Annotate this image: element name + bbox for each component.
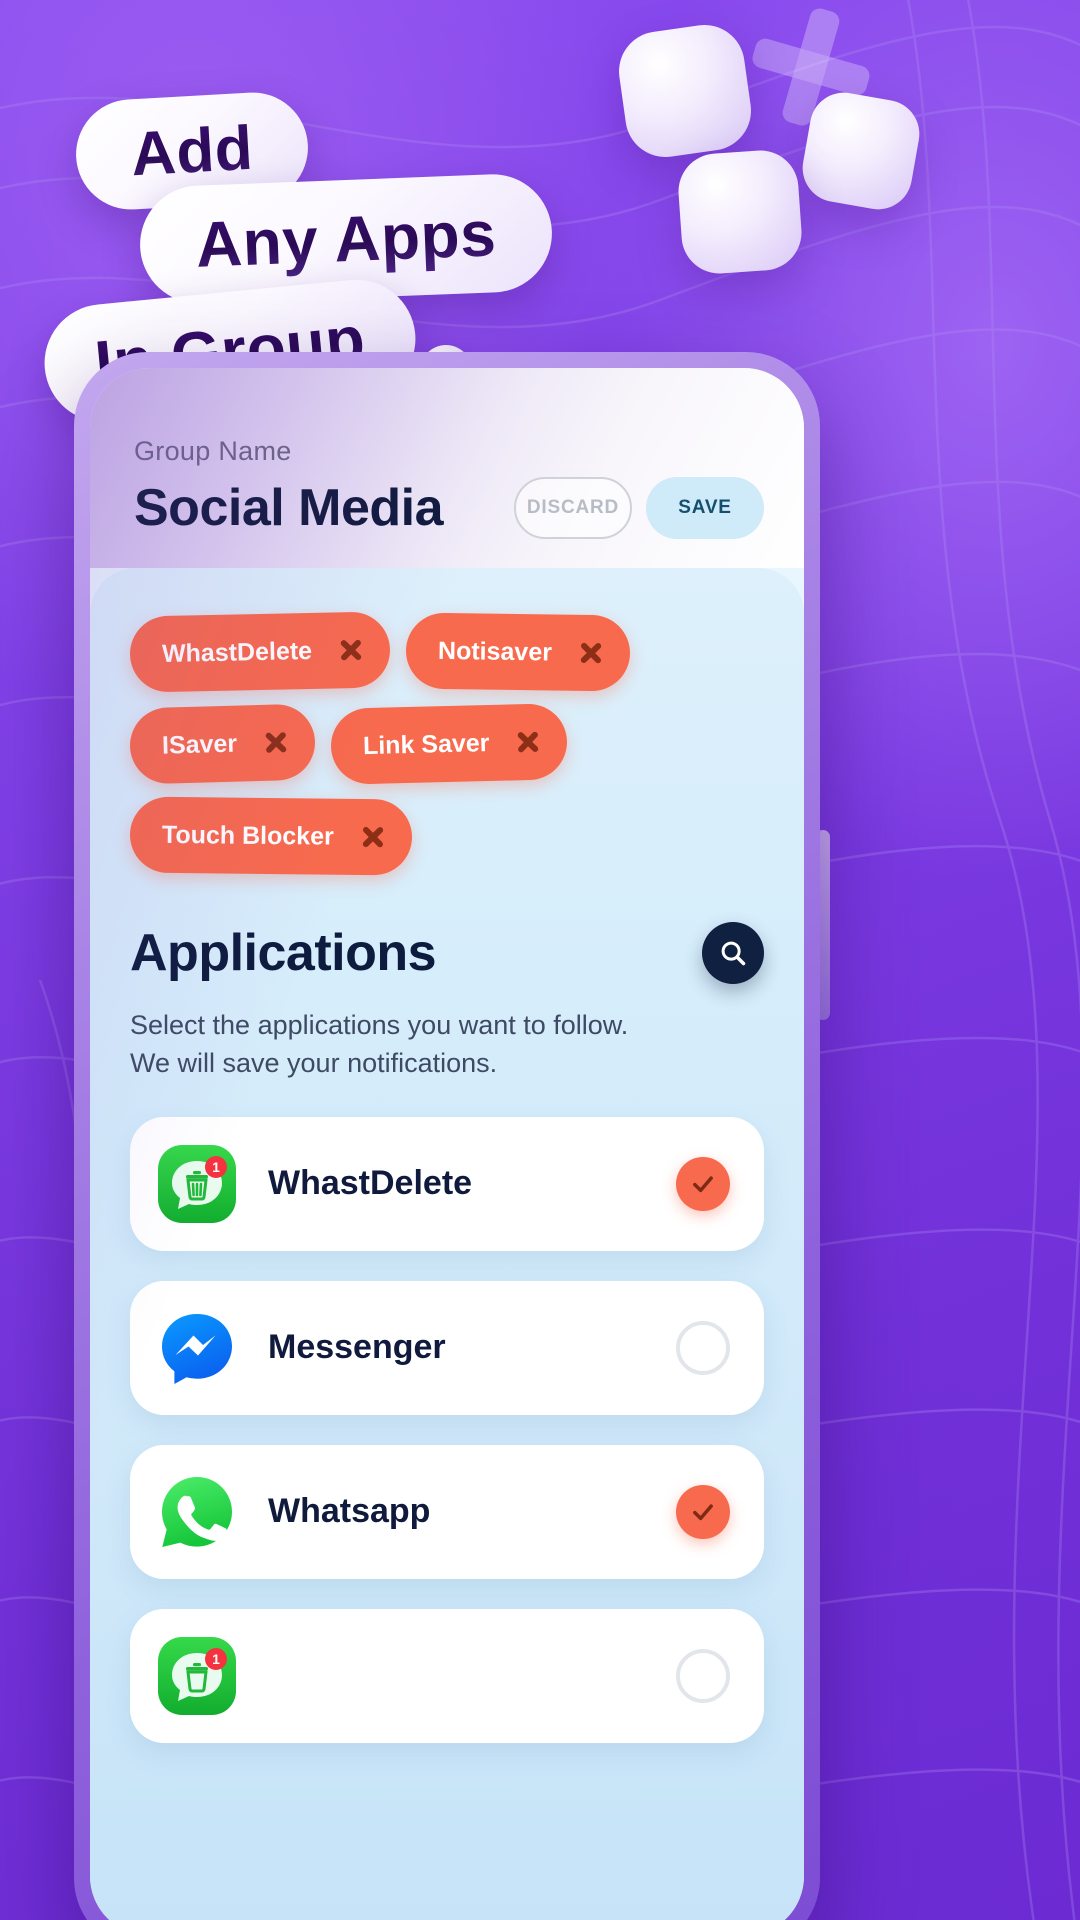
app-name: WhastDelete [268,1164,473,1203]
status-badge[interactable] [676,1648,730,1703]
whatsapp-icon [156,1471,238,1553]
chip-item[interactable]: ISaver [128,703,317,785]
status-badge[interactable] [676,1484,730,1539]
check-icon [693,1504,713,1520]
whastdelete-icon: 1 [156,1143,238,1225]
close-icon[interactable] [263,729,290,756]
floating-squircle-3 [675,147,805,277]
screen-header: Group Name Social Media DISCARD SAVE [90,368,804,568]
discard-button-label: DISCARD [526,497,620,518]
app-name: Messenger [268,1328,446,1367]
group-header-row: Social Media DISCARD SAVE [134,477,764,539]
group-title: Social Media [134,479,444,537]
application-list: 1 WhastDelete Messenger Whatsapp 1 [130,1116,764,1743]
applications-title: Applications [130,924,437,982]
list-item[interactable]: 1 [130,1608,764,1743]
save-button[interactable]: SAVE [646,477,764,539]
selected-apps-chip-list: WhastDelete Notisaver ISaver Link Saver … [128,611,764,876]
hero-pill-any-apps-label: Any Apps [194,197,498,281]
messenger-icon [156,1307,238,1389]
whastdelete-icon: 1 [156,1635,238,1717]
app-name: Whatsapp [268,1492,431,1531]
status-badge[interactable] [676,1156,730,1211]
chip-item[interactable]: Link Saver [330,703,569,785]
chip-label: Touch Blocker [161,820,334,851]
floating-squircle-1 [613,19,757,163]
close-icon[interactable] [515,729,542,756]
phone-screen: Group Name Social Media DISCARD SAVE Wha… [90,368,804,1920]
applications-header: Applications [130,922,764,984]
applications-description: Select the applications you want to foll… [130,1010,629,1079]
save-button-label: SAVE [678,497,732,518]
svg-text:1: 1 [212,1651,220,1667]
status-badge[interactable] [676,1320,730,1375]
close-icon[interactable] [338,637,365,664]
phone-mockup: Group Name Social Media DISCARD SAVE Wha… [74,352,820,1920]
hero-pill-add-label: Add [129,113,255,189]
svg-text:1: 1 [212,1159,220,1175]
chip-label: Notisaver [437,636,553,666]
screen-body: WhastDelete Notisaver ISaver Link Saver … [90,568,804,1920]
close-icon[interactable] [578,640,604,666]
search-icon [721,941,746,966]
close-icon[interactable] [360,824,386,850]
list-item[interactable]: Whatsapp [130,1444,764,1579]
chip-item[interactable]: Touch Blocker [129,796,413,876]
check-icon [693,1176,713,1192]
chip-label: ISaver [161,729,238,760]
discard-button[interactable]: DISCARD [514,477,632,539]
list-item[interactable]: 1 WhastDelete [130,1116,764,1251]
group-name-label: Group Name [134,436,292,466]
search-button[interactable] [702,922,764,984]
chip-item[interactable]: Notisaver [405,612,631,692]
list-item[interactable]: Messenger [130,1280,764,1415]
chip-label: Link Saver [362,728,490,760]
chip-item[interactable]: WhastDelete [129,611,391,693]
chip-label: WhastDelete [161,636,313,668]
